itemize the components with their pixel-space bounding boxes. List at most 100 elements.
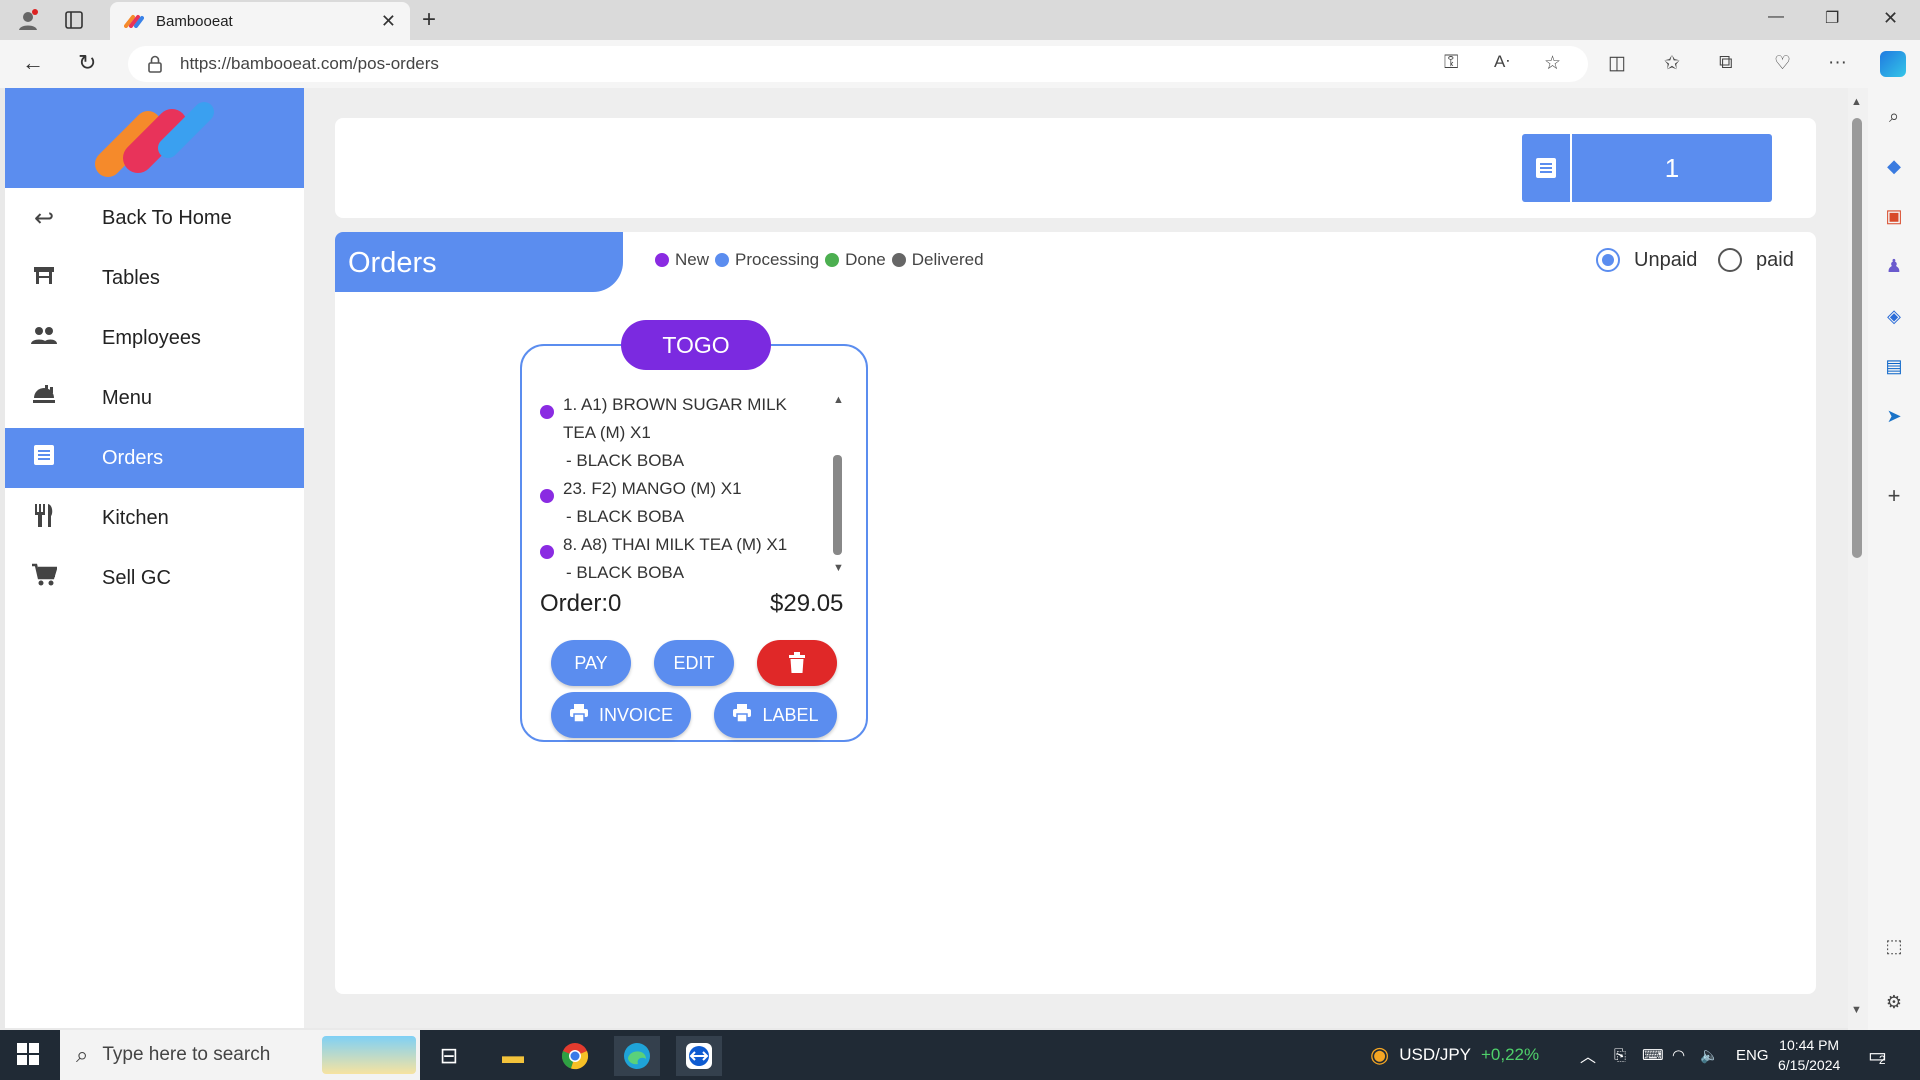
sidebar-item-label: Back To Home <box>102 206 232 229</box>
scroll-down-icon[interactable]: ▼ <box>1851 1004 1862 1016</box>
task-view-icon[interactable]: ⊟ <box>426 1036 472 1076</box>
search-icon[interactable]: ⌕ <box>1882 104 1906 128</box>
url-text: https://bambooeat.com/pos-orders <box>180 54 439 73</box>
edit-label: EDIT <box>673 652 715 673</box>
bambooeat-logo-icon <box>94 102 214 177</box>
url-input[interactable]: https://bambooeat.com/pos-orders <box>128 46 1588 82</box>
utensils-icon <box>29 502 59 535</box>
list-scrollbar-thumb[interactable] <box>833 455 842 555</box>
legend-dot-processing <box>715 253 730 267</box>
radio-label: paid <box>1756 248 1794 271</box>
input-indicator-icon[interactable]: ⌨ <box>1642 1030 1664 1080</box>
app-logo[interactable] <box>5 88 304 188</box>
list-scroll-up-icon[interactable]: ▲ <box>833 394 844 406</box>
shopping-tag-icon[interactable]: ◆ <box>1882 154 1906 178</box>
unpaid-radio[interactable] <box>1596 248 1620 272</box>
order-items-list[interactable]: 1. A1) BROWN SUGAR MILK TEA (M) X1 - BLA… <box>540 384 830 580</box>
legend-label: Processing <box>735 250 820 269</box>
status-legend: New Processing Done Delivered <box>655 250 990 270</box>
favorites-icon[interactable]: ✩ <box>1664 52 1680 75</box>
pay-button[interactable]: PAY <box>551 640 631 686</box>
menu-food-icon <box>29 382 59 415</box>
volume-icon[interactable]: 🔈 <box>1700 1030 1719 1080</box>
tab-title: Bambooeat <box>156 12 233 30</box>
favorite-star-icon[interactable]: ☆ <box>1544 52 1561 75</box>
legend-label: Done <box>845 250 886 269</box>
sidebar-item-label: Tables <box>102 266 160 289</box>
ticker-widget[interactable]: ◉ USD/JPY +0,22% <box>1370 1030 1539 1080</box>
sidebar-item-employees[interactable]: Employees <box>5 308 304 368</box>
copilot-icon[interactable] <box>1880 51 1906 77</box>
new-tab-icon[interactable]: + <box>422 6 436 34</box>
language-indicator[interactable]: ENG <box>1736 1030 1769 1080</box>
refresh-icon[interactable]: ↻ <box>78 50 96 76</box>
coins-icon: ◉ <box>1370 1042 1390 1067</box>
restore-icon[interactable]: ❐ <box>1825 8 1839 28</box>
collections-icon[interactable]: ⧉ <box>1719 52 1733 74</box>
ticker-label: USD/JPY <box>1399 1045 1471 1064</box>
sidebar-item-sell-gc[interactable]: Sell GC <box>5 548 304 608</box>
browser-tab[interactable]: Bambooeat ✕ <box>110 2 410 40</box>
list-scroll-down-icon[interactable]: ▼ <box>833 562 844 574</box>
trash-icon <box>789 652 805 673</box>
sidebar-item-back-to-home[interactable]: ↩ Back To Home <box>5 188 304 248</box>
label-button[interactable]: LABEL <box>714 692 837 738</box>
outlook-icon[interactable]: ▤ <box>1882 354 1906 378</box>
status-dot <box>540 489 554 503</box>
password-key-icon[interactable]: ⚿ <box>1444 52 1458 74</box>
scrollbar-thumb[interactable] <box>1852 118 1862 558</box>
delete-button[interactable] <box>757 640 837 686</box>
legend-dot-new <box>655 253 669 267</box>
paid-radio-option[interactable]: paid <box>1718 248 1794 272</box>
read-aloud-icon[interactable]: Aᐧ <box>1494 52 1510 72</box>
meet-now-icon[interactable]: ⎘ <box>1614 1030 1626 1080</box>
invoice-button[interactable]: INVOICE <box>551 692 691 738</box>
file-explorer-icon[interactable]: ▬ <box>490 1036 536 1076</box>
minimize-icon[interactable]: — <box>1768 8 1784 26</box>
games-icon[interactable]: ♟ <box>1882 254 1906 278</box>
edge-icon[interactable] <box>614 1036 660 1076</box>
item-name: 8. A8) THAI MILK TEA (M) X1 <box>563 535 788 554</box>
send-icon[interactable]: ➤ <box>1882 404 1906 428</box>
back-arrow-icon[interactable]: ← <box>22 50 44 76</box>
tray-chevron-icon[interactable]: ︿ <box>1580 1030 1596 1080</box>
invoice-label: INVOICE <box>598 704 673 725</box>
screenshot-icon[interactable]: ⬚ <box>1882 934 1906 958</box>
sidebar-item-orders[interactable]: Orders <box>5 428 304 488</box>
edit-button[interactable]: EDIT <box>654 640 734 686</box>
favicon-icon <box>124 15 144 28</box>
browser-essentials-icon[interactable]: ♡ <box>1774 52 1791 75</box>
split-screen-icon[interactable]: ◫ <box>1608 52 1626 75</box>
radio-label: Unpaid <box>1634 248 1698 271</box>
tab-actions-icon[interactable] <box>60 6 88 34</box>
printer-icon <box>732 703 752 727</box>
wifi-icon[interactable]: ◠ <box>1672 1030 1685 1080</box>
teamviewer-icon[interactable] <box>676 1036 722 1076</box>
legend-label: Delivered <box>911 250 984 269</box>
close-tab-icon[interactable]: ✕ <box>381 11 396 32</box>
sidebar-item-menu[interactable]: Menu <box>5 368 304 428</box>
paid-radio[interactable] <box>1718 248 1742 272</box>
sidebar-item-tables[interactable]: Tables <box>5 248 304 308</box>
unpaid-radio-option[interactable]: Unpaid <box>1596 248 1697 272</box>
add-app-icon[interactable]: + <box>1882 483 1906 508</box>
notifications-button[interactable]: ▭ 2 <box>1868 1030 1887 1080</box>
windows-start-icon[interactable] <box>16 1042 40 1066</box>
more-options-icon[interactable]: ··· <box>1828 52 1847 74</box>
chrome-icon[interactable] <box>552 1036 598 1076</box>
settings-gear-icon[interactable]: ⚙ <box>1882 990 1906 1014</box>
sidebar-item-kitchen[interactable]: Kitchen <box>5 488 304 548</box>
profile-icon[interactable] <box>14 6 42 34</box>
notification-count: 2 <box>1878 1053 1886 1067</box>
ticker-change: +0,22% <box>1481 1045 1540 1064</box>
order-count-button[interactable]: 1 <box>1522 134 1772 202</box>
close-window-icon[interactable]: ✕ <box>1883 8 1898 29</box>
item-name: 23. F2) MANGO (M) X1 <box>563 479 742 498</box>
scroll-up-icon[interactable]: ▲ <box>1851 96 1862 108</box>
microsoft365-icon[interactable]: ◈ <box>1882 304 1906 328</box>
search-highlight-image <box>322 1036 416 1074</box>
order-type-badge: TOGO <box>621 320 771 370</box>
clock[interactable]: 10:44 PM 6/15/2024 <box>1778 1030 1840 1080</box>
tools-icon[interactable]: ▣ <box>1882 204 1906 228</box>
taskbar-search-input[interactable]: ⌕ Type here to search <box>60 1030 420 1080</box>
